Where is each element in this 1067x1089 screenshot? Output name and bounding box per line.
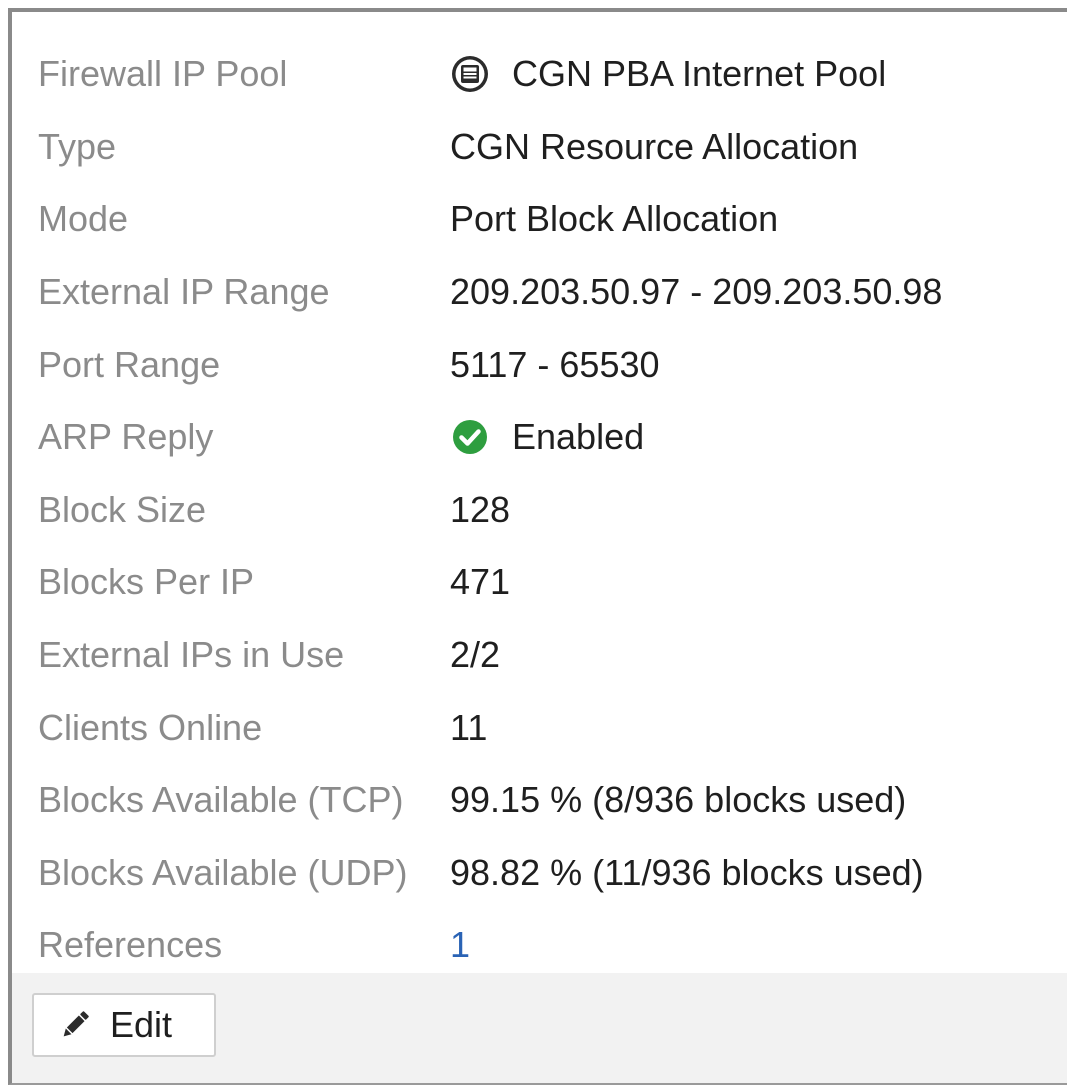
detail-label: Type	[38, 125, 117, 167]
detail-row-blocks-available-udp: Blocks Available (UDP) 98.82 % (11/936 b…	[12, 837, 1067, 910]
detail-value: 209.203.50.97 - 209.203.50.98	[450, 271, 943, 313]
panel-footer: Edit	[12, 973, 1067, 1083]
detail-row-firewall-ip-pool: Firewall IP Pool CGN PBA Internet Pool	[12, 38, 1067, 111]
ip-pool-icon	[452, 56, 488, 93]
detail-label: References	[38, 924, 223, 966]
detail-label: Port Range	[38, 343, 221, 385]
detail-value[interactable]: CGN PBA Internet Pool	[450, 53, 886, 95]
detail-value: 98.82 % (11/936 blocks used)	[450, 851, 924, 893]
detail-value: 99.15 % (8/936 blocks used)	[450, 779, 907, 821]
detail-row-mode: Mode Port Block Allocation	[12, 183, 1067, 256]
references-link[interactable]: 1	[450, 924, 470, 966]
detail-value: 128	[450, 488, 511, 530]
ip-pool-details-panel: Firewall IP Pool CGN PBA Internet Pool T…	[8, 8, 1067, 1085]
detail-row-arp-reply: ARP Reply Enabled	[12, 401, 1067, 474]
detail-label: Mode	[38, 198, 129, 240]
detail-row-block-size: Block Size 128	[12, 474, 1067, 547]
detail-label: Blocks Per IP	[38, 561, 255, 603]
detail-label: Block Size	[38, 488, 207, 530]
detail-label: Clients Online	[38, 706, 263, 748]
detail-row-port-range: Port Range 5117 - 65530	[12, 328, 1067, 401]
detail-value: Port Block Allocation	[450, 198, 779, 240]
detail-row-references: References 1	[12, 909, 1067, 982]
edit-button[interactable]: Edit	[32, 993, 216, 1057]
details-list: Firewall IP Pool CGN PBA Internet Pool T…	[12, 38, 1067, 982]
detail-label: Blocks Available (TCP)	[38, 779, 404, 821]
detail-value: CGN Resource Allocation	[450, 125, 859, 167]
arp-reply-status: Enabled	[512, 416, 645, 458]
detail-label: External IP Range	[38, 271, 330, 313]
detail-value: 2/2	[450, 634, 501, 676]
edit-button-label: Edit	[110, 1004, 173, 1045]
detail-label: ARP Reply	[38, 416, 214, 458]
pencil-icon	[63, 1011, 89, 1037]
detail-value: 471	[450, 561, 511, 603]
detail-label: Firewall IP Pool	[38, 53, 288, 95]
detail-row-blocks-per-ip: Blocks Per IP 471	[12, 546, 1067, 619]
detail-row-external-ips-in-use: External IPs in Use 2/2	[12, 619, 1067, 692]
detail-row-external-ip-range: External IP Range 209.203.50.97 - 209.20…	[12, 256, 1067, 329]
detail-value: Enabled	[450, 416, 644, 458]
detail-value: 11	[450, 706, 488, 748]
detail-row-clients-online: Clients Online 11	[12, 691, 1067, 764]
detail-row-blocks-available-tcp: Blocks Available (TCP) 99.15 % (8/936 bl…	[12, 764, 1067, 837]
detail-row-type: Type CGN Resource Allocation	[12, 111, 1067, 184]
check-circle-icon	[453, 420, 487, 455]
ip-pool-name: CGN PBA Internet Pool	[512, 53, 887, 95]
detail-label: Blocks Available (UDP)	[38, 851, 408, 893]
detail-value: 5117 - 65530	[450, 343, 660, 385]
detail-label: External IPs in Use	[38, 634, 345, 676]
